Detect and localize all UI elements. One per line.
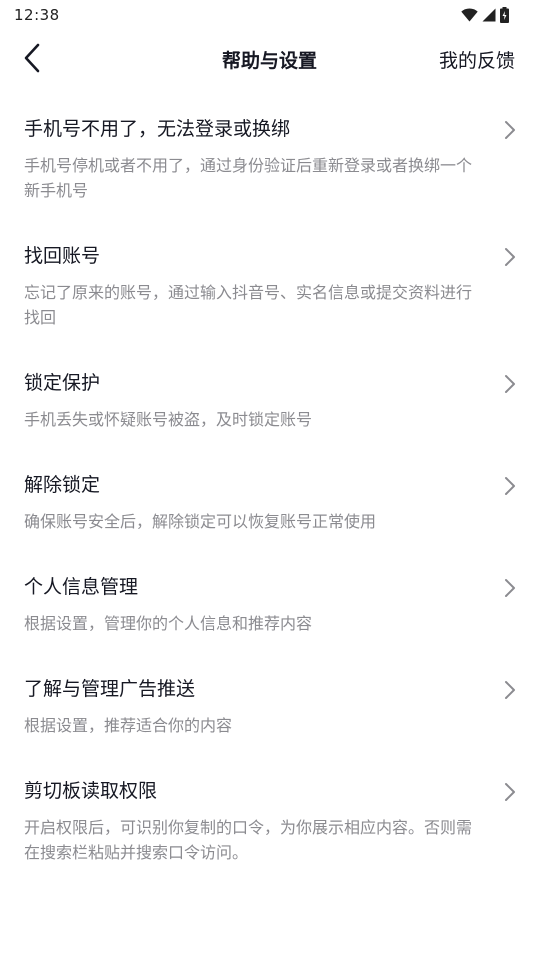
- item-title: 解除锁定: [24, 474, 101, 496]
- chevron-right-icon: [505, 248, 515, 266]
- list-item-unlock[interactable]: 解除锁定 确保账号安全后，解除锁定可以恢复账号正常使用: [0, 452, 539, 554]
- item-description: 开启权限后，可识别你复制的口令，为你展示相应内容。否则需在搜索栏粘贴并搜索口令访…: [24, 818, 473, 862]
- list-item-recover-account[interactable]: 找回账号 忘记了原来的账号，通过输入抖音号、实名信息或提交资料进行找回: [0, 223, 539, 350]
- help-settings-list: 手机号不用了，无法登录或换绑 手机号停机或者不用了，通过身份验证后重新登录或者换…: [0, 96, 539, 885]
- status-time: 12:38: [14, 6, 60, 24]
- status-icons: [461, 6, 509, 24]
- wifi-icon: [461, 8, 478, 22]
- chevron-right-icon: [505, 681, 515, 699]
- chevron-right-icon: [505, 579, 515, 597]
- list-item-phone-unavailable[interactable]: 手机号不用了，无法登录或换绑 手机号停机或者不用了，通过身份验证后重新登录或者换…: [0, 96, 539, 223]
- chevron-right-icon: [505, 783, 515, 801]
- nav-bar: 帮助与设置 我的反馈: [0, 30, 539, 90]
- item-title: 了解与管理广告推送: [24, 678, 196, 700]
- list-item-ad-push[interactable]: 了解与管理广告推送 根据设置，推荐适合你的内容: [0, 656, 539, 758]
- item-description: 根据设置，推荐适合你的内容: [24, 716, 233, 735]
- chevron-right-icon: [505, 477, 515, 495]
- chevron-right-icon: [505, 375, 515, 393]
- item-title: 手机号不用了，无法登录或换绑: [24, 118, 291, 140]
- battery-icon: [500, 7, 509, 23]
- item-title: 剪切板读取权限: [24, 780, 158, 802]
- item-description: 根据设置，管理你的个人信息和推荐内容: [24, 614, 313, 633]
- item-description: 确保账号安全后，解除锁定可以恢复账号正常使用: [24, 512, 377, 531]
- item-description: 忘记了原来的账号，通过输入抖音号、实名信息或提交资料进行找回: [24, 283, 473, 327]
- item-title: 找回账号: [24, 245, 101, 267]
- list-item-lock-protection[interactable]: 锁定保护 手机丢失或怀疑账号被盗，及时锁定账号: [0, 350, 539, 452]
- status-bar: 12:38: [0, 0, 539, 30]
- item-description: 手机丢失或怀疑账号被盗，及时锁定账号: [24, 410, 313, 429]
- item-description: 手机号停机或者不用了，通过身份验证后重新登录或者换绑一个新手机号: [24, 156, 473, 200]
- item-title: 个人信息管理: [24, 576, 139, 598]
- list-item-personal-info[interactable]: 个人信息管理 根据设置，管理你的个人信息和推荐内容: [0, 554, 539, 656]
- list-item-clipboard-permission[interactable]: 剪切板读取权限 开启权限后，可识别你复制的口令，为你展示相应内容。否则需在搜索栏…: [0, 758, 539, 885]
- signal-icon: [482, 8, 496, 22]
- my-feedback-button[interactable]: 我的反馈: [439, 46, 515, 73]
- item-title: 锁定保护: [24, 372, 101, 394]
- chevron-right-icon: [505, 121, 515, 139]
